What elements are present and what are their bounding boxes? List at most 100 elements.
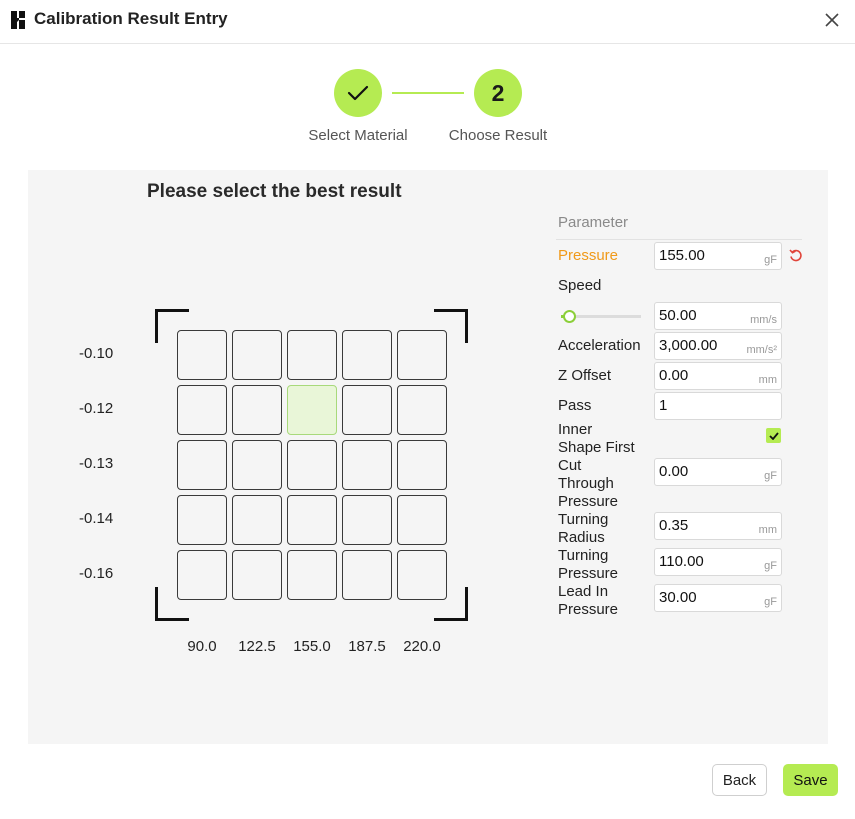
- panel-heading: Please select the best result: [147, 181, 402, 202]
- turning-radius-unit: mm: [758, 524, 777, 536]
- result-cell[interactable]: [397, 330, 447, 380]
- result-cell[interactable]: [232, 385, 282, 435]
- speed-field[interactable]: 50.00 mm/s: [654, 302, 782, 330]
- turning-radius-label: Turning Radius: [558, 511, 653, 547]
- turning-radius-field[interactable]: 0.35 mm: [654, 512, 782, 540]
- speed-label: Speed: [558, 277, 602, 294]
- bambu-logo-icon: [11, 11, 25, 29]
- turning-pressure-unit: gF: [764, 560, 777, 572]
- result-panel: Please select the best result -0.10 -0.1…: [28, 170, 828, 744]
- z-offset-label: Z Offset: [558, 367, 612, 384]
- pressure-label: Pressure: [558, 247, 619, 264]
- label-line: Lead In: [558, 583, 609, 600]
- z-offset-field[interactable]: 0.00 mm: [654, 362, 782, 390]
- result-cell[interactable]: [232, 550, 282, 600]
- result-cell[interactable]: [177, 330, 227, 380]
- turning-pressure-field[interactable]: 110.00 gF: [654, 548, 782, 576]
- turning-pressure-value: 110.00: [659, 553, 704, 570]
- parameter-header: Parameter: [558, 214, 629, 231]
- result-cell[interactable]: [397, 550, 447, 600]
- row-label: -0.10: [79, 345, 114, 362]
- result-cell[interactable]: [397, 440, 447, 490]
- col-label: 187.5: [348, 638, 386, 655]
- label-line: Turning: [558, 547, 609, 564]
- lead-in-pressure-field[interactable]: 30.00 gF: [654, 584, 782, 612]
- result-cell[interactable]: [177, 440, 227, 490]
- row-label: -0.14: [79, 510, 114, 527]
- result-cell[interactable]: [232, 330, 282, 380]
- speed-slider[interactable]: [561, 310, 641, 323]
- label-line: Radius: [558, 529, 605, 546]
- step-2-label: Choose Result: [448, 127, 548, 144]
- back-button[interactable]: Back: [712, 764, 767, 796]
- acceleration-value: 3,000.00: [659, 337, 718, 354]
- inner-shape-first-checkbox[interactable]: [766, 428, 781, 443]
- result-cell[interactable]: [397, 495, 447, 545]
- z-offset-value: 0.00: [659, 367, 689, 384]
- step-connector: [392, 92, 464, 94]
- result-cell[interactable]: [287, 440, 337, 490]
- result-cell[interactable]: [287, 550, 337, 600]
- acceleration-label: Acceleration: [558, 337, 641, 354]
- pass-value: 1: [659, 397, 668, 414]
- col-label: 155.0: [293, 638, 331, 655]
- check-icon: [768, 431, 779, 440]
- row-label: -0.16: [79, 565, 114, 582]
- result-cell[interactable]: [177, 550, 227, 600]
- acceleration-unit: mm/s²: [746, 344, 777, 356]
- pass-label: Pass: [558, 397, 592, 414]
- label-line: Inner: [558, 421, 593, 438]
- lead-in-pressure-label: Lead In Pressure: [558, 583, 653, 619]
- pass-field[interactable]: 1: [654, 392, 782, 420]
- inner-shape-first-label: Inner Shape First: [558, 421, 653, 457]
- result-cell[interactable]: [287, 495, 337, 545]
- cut-through-pressure-label: Cut Through Pressure: [558, 457, 653, 511]
- reset-icon[interactable]: [788, 248, 804, 264]
- result-cell[interactable]: [177, 495, 227, 545]
- speed-slider-thumb[interactable]: [563, 310, 576, 323]
- col-label: 122.5: [238, 638, 276, 655]
- result-cell[interactable]: [232, 495, 282, 545]
- cut-through-pressure-value: 0.00: [659, 463, 689, 480]
- cut-through-pressure-unit: gF: [764, 470, 777, 482]
- pressure-unit: gF: [764, 254, 777, 266]
- col-label: 220.0: [403, 638, 441, 655]
- result-cell[interactable]: [342, 330, 392, 380]
- save-button[interactable]: Save: [783, 764, 838, 796]
- result-cell[interactable]: [342, 440, 392, 490]
- label-line: Cut: [558, 457, 582, 474]
- turning-radius-value: 0.35: [659, 517, 689, 534]
- label-line: Through: [558, 475, 614, 492]
- step-1-label: Select Material: [308, 127, 408, 144]
- speed-unit: mm/s: [750, 314, 777, 326]
- check-icon: [347, 85, 369, 101]
- label-line: Pressure: [558, 601, 619, 618]
- z-offset-unit: mm: [758, 374, 777, 386]
- result-cell[interactable]: [287, 385, 337, 435]
- label-line: Shape First: [558, 439, 635, 456]
- result-grid: [177, 330, 447, 600]
- result-cell[interactable]: [342, 495, 392, 545]
- step-2-circle: 2: [474, 69, 522, 117]
- acceleration-field[interactable]: 3,000.00 mm/s²: [654, 332, 782, 360]
- result-cell[interactable]: [342, 550, 392, 600]
- step-1-circle: [334, 69, 382, 117]
- speed-value: 50.00: [659, 307, 697, 324]
- close-icon[interactable]: [823, 11, 841, 29]
- title-bar: Calibration Result Entry: [0, 0, 855, 44]
- result-cell[interactable]: [287, 330, 337, 380]
- result-cell[interactable]: [177, 385, 227, 435]
- pressure-field[interactable]: 155.00 gF: [654, 242, 782, 270]
- window-title: Calibration Result Entry: [34, 9, 228, 28]
- result-cell[interactable]: [397, 385, 447, 435]
- label-line: Pressure: [558, 493, 619, 510]
- label-line: Pressure: [558, 565, 619, 582]
- cut-through-pressure-field[interactable]: 0.00 gF: [654, 458, 782, 486]
- pressure-value: 155.00: [659, 247, 705, 264]
- result-cell[interactable]: [232, 440, 282, 490]
- result-cell[interactable]: [342, 385, 392, 435]
- parameter-divider: [556, 239, 802, 240]
- row-label: -0.12: [79, 400, 114, 417]
- lead-in-pressure-unit: gF: [764, 596, 777, 608]
- label-line: Turning: [558, 511, 609, 528]
